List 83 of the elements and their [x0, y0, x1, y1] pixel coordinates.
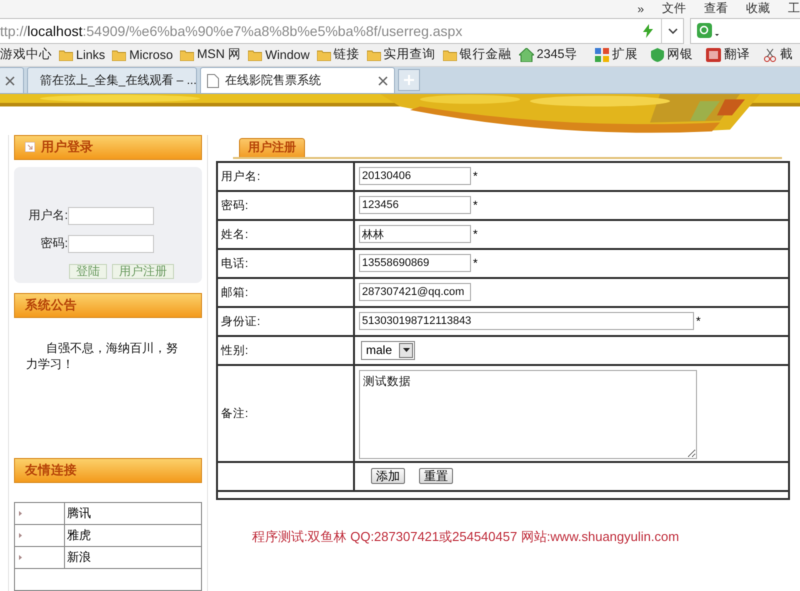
input-field[interactable]: 123456: [359, 196, 471, 214]
form-button[interactable]: 重置: [419, 468, 453, 484]
lightning-icon[interactable]: [643, 24, 653, 38]
field-label: 电话:: [221, 256, 248, 271]
bookmark[interactable]: 实用查询: [366, 46, 436, 64]
bookmark[interactable]: 链接: [316, 46, 360, 64]
menu-item[interactable]: »: [637, 2, 644, 16]
plus-icon: [404, 75, 414, 86]
page-icon: [207, 74, 219, 88]
required-mark: *: [473, 256, 478, 270]
required-mark: *: [473, 169, 478, 184]
field-label: 密码:: [40, 235, 68, 252]
bullet-icon: [19, 532, 22, 538]
input-field[interactable]: 20130406: [359, 167, 471, 186]
bookmark[interactable]: 银行金融: [442, 46, 512, 64]
panel-title: 系统公告: [25, 296, 77, 314]
bullet-icon: [19, 510, 22, 516]
chevron-icon: [668, 28, 678, 34]
toolbar-button[interactable]: 截: [763, 46, 793, 64]
field-label: 姓名:: [221, 228, 248, 242]
folder-icon: [366, 48, 381, 61]
menu-item[interactable]: 查看: [704, 0, 728, 18]
field-label: 性别:: [221, 344, 248, 358]
bullet-icon: [19, 554, 22, 560]
notice-text: 自强不息，海纳百川，努力学习！: [26, 340, 178, 371]
bookmark[interactable]: MSN 网: [180, 46, 242, 64]
toolbar-button[interactable]: 扩展: [595, 46, 638, 64]
select-field[interactable]: male: [361, 340, 415, 360]
close-icon[interactable]: [378, 76, 388, 86]
browser-tab[interactable]: [0, 67, 24, 94]
bookmark[interactable]: 2345导: [518, 46, 578, 64]
menu-item[interactable]: 文件: [662, 0, 686, 18]
input-field[interactable]: [68, 206, 154, 225]
panel-title: 用户登录: [41, 138, 93, 156]
input-field[interactable]: 513030198712113843: [359, 312, 694, 330]
menu-item[interactable]: 收藏: [746, 0, 770, 18]
bookmark[interactable]: 游戏中心: [0, 46, 52, 64]
search-icon: [697, 22, 719, 39]
link[interactable]: 雅虎: [65, 524, 91, 546]
required-mark: *: [473, 198, 478, 212]
apps-icon: [595, 48, 609, 62]
folder-icon: [180, 48, 194, 61]
form-button[interactable]: 添加: [371, 468, 405, 484]
browser-tab[interactable]: 在线影院售票系统: [200, 67, 395, 94]
panel-title: 友情连接: [25, 462, 77, 479]
textarea-field[interactable]: 测试数据: [359, 370, 697, 459]
bookmark[interactable]: Links: [59, 48, 106, 62]
arrow-icon: [25, 142, 35, 152]
scissors-icon: [763, 48, 777, 62]
input-field[interactable]: [68, 234, 154, 253]
required-mark: *: [696, 314, 701, 328]
field-label: 邮箱:: [221, 286, 248, 300]
shield-icon: [651, 48, 664, 62]
link[interactable]: 腾讯: [65, 502, 91, 524]
input-field[interactable]: 287307421@qq.com: [359, 283, 471, 302]
folder-icon: [316, 48, 331, 61]
link[interactable]: 新浪: [65, 546, 91, 568]
field-label: 密码:: [221, 198, 248, 213]
folder-icon: [59, 48, 73, 61]
toolbar-button[interactable]: 网银: [651, 46, 693, 64]
translate-icon: [706, 48, 721, 62]
folder-icon: [112, 48, 126, 61]
folder-icon: [442, 48, 457, 61]
toolbar-button[interactable]: 翻译: [706, 46, 750, 64]
address-bar[interactable]: ttp://localhost:54909/%e6%ba%90%e7%a8%8b%e5%ba%8f/userreg.aspx: [0, 18, 684, 44]
input-field[interactable]: 13558690869: [359, 254, 471, 272]
footer-text: 程序测试:双鱼林 QQ:287307421或254540457 网站:www.shuangyulin.com: [252, 528, 680, 546]
field-label: 备注:: [221, 406, 248, 421]
search-field[interactable]: [690, 18, 800, 44]
input-field[interactable]: 林林: [359, 225, 471, 244]
bookmark[interactable]: Microso: [112, 48, 173, 62]
required-mark: *: [473, 227, 478, 242]
menu-item[interactable]: 工: [788, 0, 800, 18]
bookmark[interactable]: Window: [248, 48, 310, 62]
field-label: 用户名:: [221, 169, 260, 184]
browser-tab[interactable]: 箭在弦上_全集_在线观看 – ...: [27, 67, 197, 94]
folder-icon: [248, 48, 262, 61]
field-label: 身份证:: [221, 314, 260, 329]
house-icon: [518, 48, 534, 62]
caret-icon: [402, 348, 410, 352]
field-label: 用户名:: [28, 207, 68, 224]
close-icon[interactable]: [5, 76, 15, 86]
new-tab-button[interactable]: [398, 69, 420, 92]
